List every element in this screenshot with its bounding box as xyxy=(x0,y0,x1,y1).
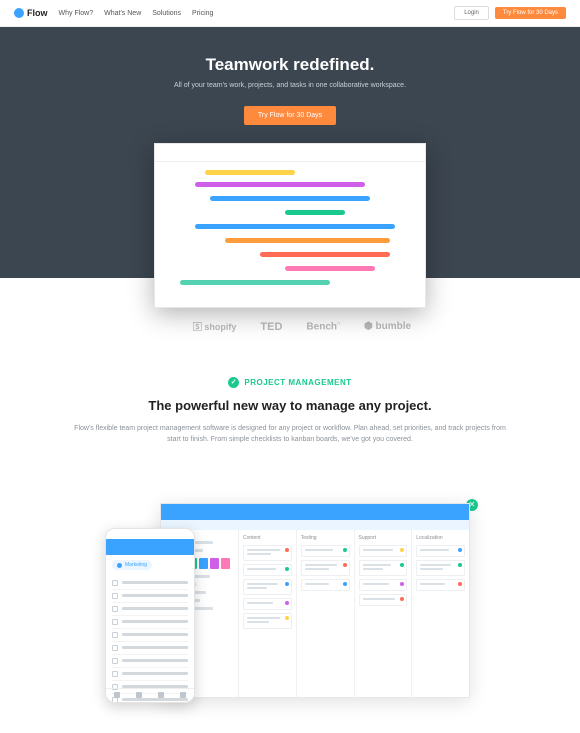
flow-logo-icon xyxy=(14,8,24,18)
feature-section: ✓ PROJECT MANAGEMENT The powerful new wa… xyxy=(0,353,580,475)
profile-icon[interactable] xyxy=(180,692,186,698)
phone-task-list xyxy=(106,573,194,703)
feature-heading: The powerful new way to manage any proje… xyxy=(70,398,510,413)
home-icon[interactable] xyxy=(114,692,120,698)
hero-app-screenshot xyxy=(154,143,426,308)
logo-bumble: ⬢ bumble xyxy=(364,321,411,332)
tasks-icon[interactable] xyxy=(136,692,142,698)
desktop-mock-titlebar xyxy=(161,504,469,520)
logo-shopify: 🅂 shopify xyxy=(193,320,237,333)
top-nav: Flow Why Flow? What's New Solutions Pric… xyxy=(0,0,580,27)
desktop-mock: Content Testing Support Lo xyxy=(160,503,470,698)
phone-tabbar xyxy=(106,688,194,702)
desktop-mock-board: Content Testing Support Lo xyxy=(239,530,469,698)
header-left: Flow Why Flow? What's New Solutions Pric… xyxy=(14,8,213,18)
logo-bench: Bench□ xyxy=(306,321,340,332)
gantt-header xyxy=(155,144,425,162)
login-button[interactable]: Login xyxy=(454,6,489,20)
nav-why-flow[interactable]: Why Flow? xyxy=(59,10,94,17)
feature-label: ✓ PROJECT MANAGEMENT xyxy=(228,377,351,388)
mockup-area: ✕ Content xyxy=(110,503,470,713)
calendar-icon[interactable] xyxy=(158,692,164,698)
nav-pricing[interactable]: Pricing xyxy=(192,10,213,17)
phone-mock: Marketing xyxy=(105,528,195,703)
header-cta-button[interactable]: Try Flow for 30 Days xyxy=(495,7,566,19)
nav-whats-new[interactable]: What's New xyxy=(104,10,141,17)
header-right: Login Try Flow for 30 Days xyxy=(454,6,566,20)
phone-category-badge: Marketing xyxy=(112,560,152,570)
check-circle-icon: ✓ xyxy=(228,377,239,388)
hero-cta-button[interactable]: Try Flow for 30 Days xyxy=(244,106,336,125)
brand-logo[interactable]: Flow xyxy=(14,8,48,18)
hero-title: Teamwork redefined. xyxy=(14,55,566,75)
board-column: Localization xyxy=(412,530,469,698)
feature-label-text: PROJECT MANAGEMENT xyxy=(244,378,351,387)
logo-ted: TED xyxy=(260,321,282,333)
feature-body: Flow's flexible team project management … xyxy=(70,423,510,445)
gantt-body xyxy=(155,162,425,308)
phone-mock-header xyxy=(106,539,194,555)
board-column: Support xyxy=(355,530,413,698)
main-nav: Why Flow? What's New Solutions Pricing xyxy=(59,10,214,17)
board-column: Content xyxy=(239,530,297,698)
nav-solutions[interactable]: Solutions xyxy=(152,10,181,17)
hero-subtitle: All of your team's work, projects, and t… xyxy=(14,82,566,89)
brand-name: Flow xyxy=(27,8,48,18)
desktop-mock-toolbar xyxy=(161,520,469,530)
hero-section: Teamwork redefined. All of your team's w… xyxy=(0,27,580,278)
board-column: Testing xyxy=(297,530,355,698)
